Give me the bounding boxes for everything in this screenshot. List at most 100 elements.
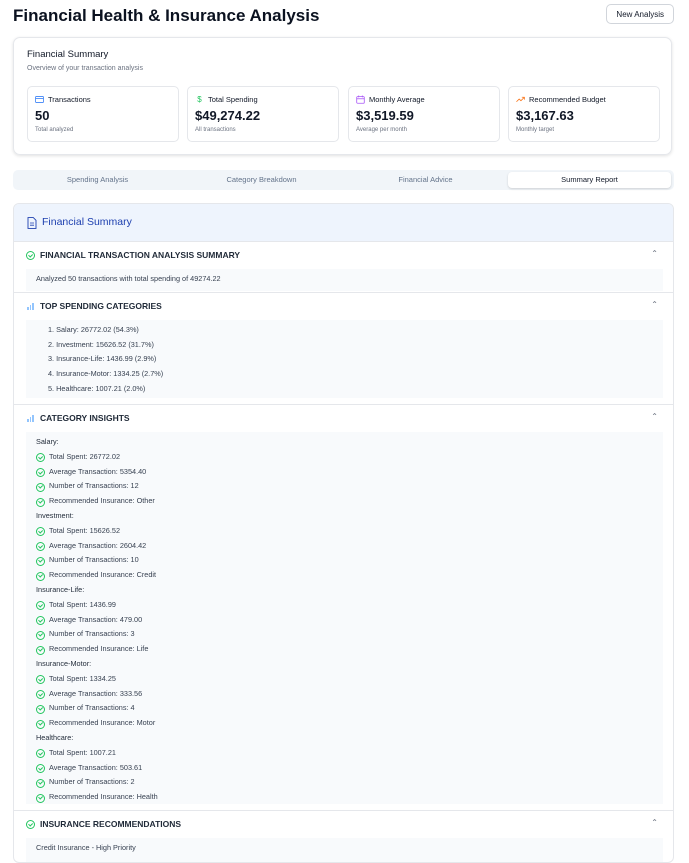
summary-title: Financial Summary: [27, 49, 109, 60]
category-name: Insurance-Life:: [36, 585, 85, 594]
new-analysis-button[interactable]: New Analysis: [606, 4, 674, 24]
category-name: Investment:: [36, 511, 74, 520]
section-header[interactable]: TOP SPENDING CATEGORIES ⌃: [26, 300, 661, 315]
check-circle-icon: [36, 630, 45, 640]
section-header[interactable]: INSURANCE RECOMMENDATIONS ⌃: [26, 818, 661, 833]
insight-item: Number of Transactions: 12: [49, 481, 139, 491]
check-circle-icon: [36, 749, 45, 759]
stat-note: All transactions: [195, 127, 236, 133]
section-header[interactable]: FINANCIAL TRANSACTION ANALYSIS SUMMARY ⌃: [26, 249, 661, 264]
section-body: 1. Salary: 26772.02 (54.3%) 2. Investmen…: [26, 320, 663, 398]
check-circle-icon: [36, 704, 45, 714]
insight-item: Number of Transactions: 2: [49, 777, 135, 787]
stat-note: Monthly target: [516, 127, 555, 133]
page-header: Financial Health & Insurance Analysis Ne…: [13, 4, 674, 32]
stat-card-monthly-average: Monthly Average $3,519.59 Average per mo…: [348, 86, 500, 142]
insight-item: Total Spent: 1436.99: [49, 599, 116, 609]
tab-summary-report[interactable]: Summary Report: [508, 172, 671, 188]
report-header: Financial Summary: [14, 204, 673, 242]
insight-item: Recommended Insurance: Motor: [49, 718, 156, 728]
section-body: Credit Insurance - High Priority: [26, 838, 663, 862]
section-insurance-recommendations: INSURANCE RECOMMENDATIONS ⌃ Credit Insur…: [14, 811, 673, 862]
check-circle-icon: [26, 251, 35, 260]
check-circle-icon: [36, 468, 45, 478]
section-header[interactable]: CATEGORY INSIGHTS ⌃: [26, 412, 661, 427]
check-circle-icon: [36, 690, 45, 700]
insight-item: Total Spent: 26772.02: [49, 451, 120, 461]
check-circle-icon: [36, 601, 45, 611]
stat-card-transactions: Transactions 50 Total analyzed: [27, 86, 179, 142]
stat-label: Recommended Budget: [529, 95, 606, 104]
stat-note: Total analyzed: [35, 127, 74, 133]
chevron-up-icon[interactable]: ⌃: [651, 412, 658, 421]
recommendation-item: Credit Insurance - High Priority: [36, 843, 136, 852]
stat-card-total-spending: $ Total Spending $49,274.22 All transact…: [187, 86, 339, 142]
stat-value: $3,167.63: [516, 108, 574, 123]
insight-item: Recommended Insurance: Other: [49, 496, 155, 506]
insight-item: Average Transaction: 5354.40: [49, 466, 147, 476]
list-item: 1. Salary: 26772.02 (54.3%): [48, 325, 139, 334]
bar-chart-icon: [26, 302, 34, 310]
report-title: Financial Summary: [42, 216, 132, 228]
check-circle-icon: [36, 719, 45, 729]
summary-report-panel: Financial Summary FINANCIAL TRANSACTION …: [13, 203, 674, 863]
section-title: FINANCIAL TRANSACTION ANALYSIS SUMMARY: [40, 250, 241, 260]
section-analysis-summary: FINANCIAL TRANSACTION ANALYSIS SUMMARY ⌃…: [14, 242, 673, 293]
page-title: Financial Health & Insurance Analysis: [13, 6, 320, 25]
stat-card-recommended-budget: Recommended Budget $3,167.63 Monthly tar…: [508, 86, 660, 142]
check-circle-icon: [36, 482, 45, 492]
section-body: Analyzed 50 transactions with total spen…: [26, 269, 663, 291]
section-title: INSURANCE RECOMMENDATIONS: [40, 819, 182, 829]
check-circle-icon: [36, 556, 45, 566]
summary-subtitle: Overview of your transaction analysis: [27, 65, 143, 72]
tab-spending-analysis[interactable]: Spending Analysis: [16, 172, 179, 188]
check-circle-icon: [36, 778, 45, 788]
insight-item: Recommended Insurance: Credit: [49, 570, 157, 580]
trending-up-icon: [516, 95, 525, 104]
list-item: 4. Insurance-Motor: 1334.25 (2.7%): [48, 369, 164, 378]
chevron-up-icon[interactable]: ⌃: [651, 249, 658, 258]
insight-item: Recommended Insurance: Life: [49, 644, 149, 654]
list-item: 2. Investment: 15626.52 (31.7%): [48, 340, 154, 349]
category-name: Healthcare:: [36, 733, 74, 742]
category-name: Salary:: [36, 437, 59, 446]
section-body: Salary: Total Spent: 26772.02 Average Tran…: [26, 432, 663, 804]
insight-item: Number of Transactions: 3: [49, 629, 135, 639]
insight-item: Total Spent: 1007.21: [49, 747, 116, 757]
check-circle-icon: [36, 764, 45, 774]
check-circle-icon: [36, 645, 45, 655]
insight-item: Total Spent: 15626.52: [49, 525, 120, 535]
insight-item: Number of Transactions: 4: [49, 703, 135, 713]
check-circle-icon: [36, 616, 45, 626]
stat-value: $49,274.22: [195, 108, 261, 123]
calendar-icon: [356, 95, 365, 104]
stat-label: Monthly Average: [369, 95, 425, 104]
check-circle-icon: [36, 453, 45, 463]
insight-item: Number of Transactions: 10: [49, 555, 139, 565]
insight-item: Average Transaction: 2604.42: [49, 540, 147, 550]
tab-financial-advice[interactable]: Financial Advice: [344, 172, 507, 188]
insight-item: Average Transaction: 503.61: [49, 762, 143, 772]
tab-category-breakdown[interactable]: Category Breakdown: [180, 172, 343, 188]
check-circle-icon: [26, 820, 35, 829]
check-circle-icon: [36, 527, 45, 537]
dollar-icon: $: [197, 95, 202, 104]
list-item: 3. Insurance-Life: 1436.99 (2.9%): [48, 354, 157, 363]
insight-item: Average Transaction: 479.00: [49, 614, 143, 624]
check-circle-icon: [36, 793, 45, 803]
section-title: TOP SPENDING CATEGORIES: [40, 301, 162, 311]
section-top-spending: TOP SPENDING CATEGORIES ⌃ 1. Salary: 267…: [14, 293, 673, 405]
check-circle-icon: [36, 542, 45, 552]
stat-label: Transactions: [48, 95, 91, 104]
document-icon: [27, 216, 37, 229]
insight-item: Average Transaction: 333.56: [49, 688, 143, 698]
section-title: CATEGORY INSIGHTS: [40, 413, 130, 423]
credit-card-icon: [35, 95, 44, 104]
category-name: Insurance-Motor:: [36, 659, 92, 668]
bar-chart-icon: [26, 414, 34, 422]
check-circle-icon: [36, 675, 45, 685]
chevron-up-icon[interactable]: ⌃: [651, 818, 658, 827]
stat-note: Average per month: [356, 127, 407, 133]
chevron-up-icon[interactable]: ⌃: [651, 300, 658, 309]
report-tabs: Spending Analysis Category Breakdown Fin…: [13, 170, 674, 190]
